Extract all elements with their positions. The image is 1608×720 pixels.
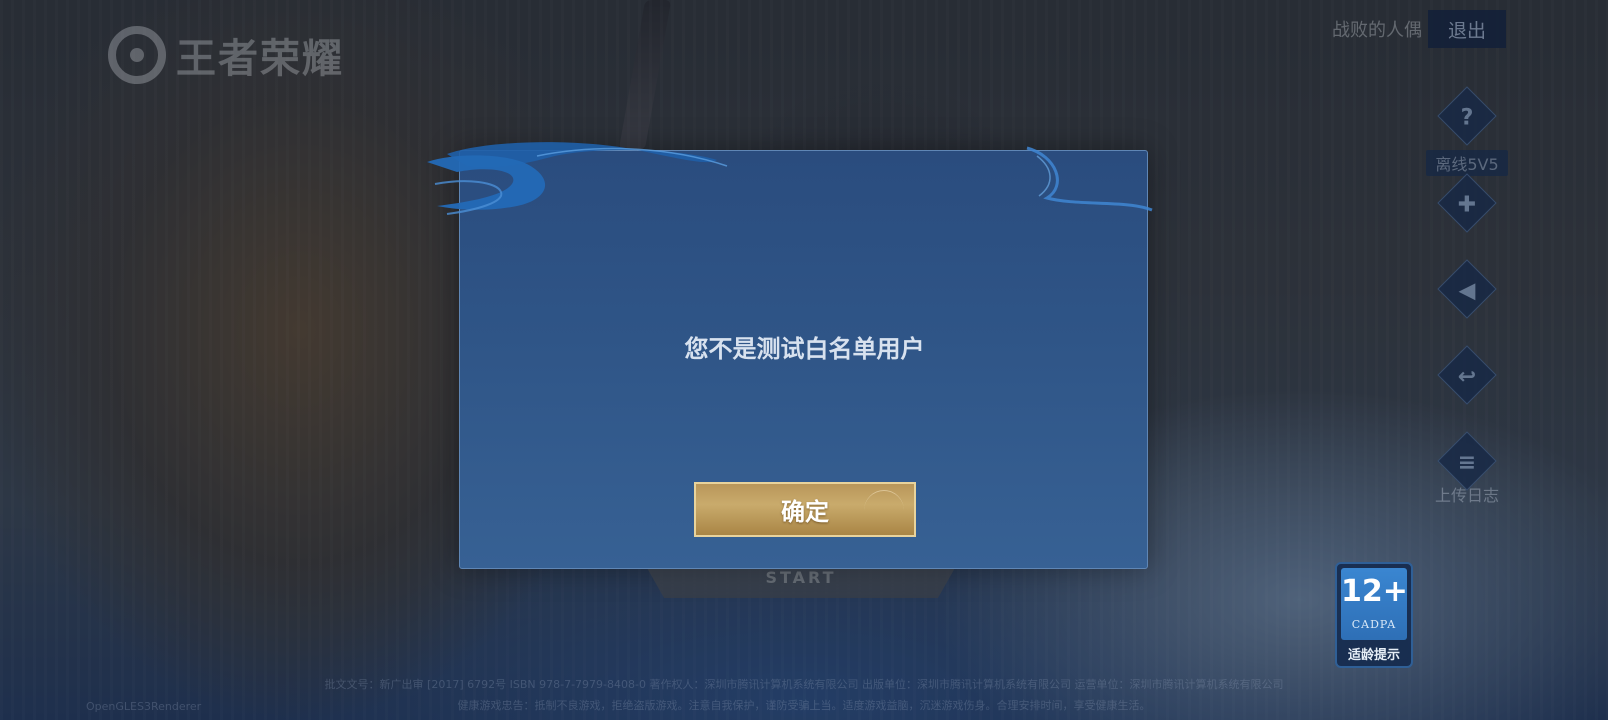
upload-log-label: 上传日志 — [1434, 486, 1499, 505]
confirm-button[interactable]: 确定 — [694, 482, 916, 537]
offline-5v5-label: 离线5V5 — [1426, 150, 1508, 176]
whitelist-dialog: 您不是测试白名单用户 确定 — [459, 150, 1148, 569]
game-logo: 王者荣耀 — [108, 26, 344, 84]
age-rating-org: CADPA — [1351, 618, 1397, 631]
logo-emblem-icon — [108, 26, 166, 84]
exit-button[interactable]: 退出 — [1428, 10, 1506, 48]
start-game-label: START — [765, 568, 837, 587]
dialog-message: 您不是测试白名单用户 — [684, 335, 925, 363]
age-rating-number: 12+ — [1341, 574, 1408, 609]
age-rating-badge[interactable]: 12+ CADPA 适龄提示 — [1335, 562, 1413, 668]
legal-notice-line-1: 批文文号：新广出审 [2017] 6792号 ISBN 978-7-7979-8… — [324, 678, 1284, 691]
legal-notice-line-2: 健康游戏忠告：抵制不良游戏，拒绝盗版游戏。注意自我保护，谨防受骗上当。适度游戏益… — [457, 699, 1151, 712]
game-screen: 王者荣耀 战败的人偶 退出 ? 离线5V5 ✚ ◀ ↩ ≡ 上传日志 START… — [0, 0, 1608, 720]
switch-account-icon: ↩ — [1457, 363, 1477, 389]
speaker-icon: ◀ — [1458, 277, 1476, 303]
gamepad-icon: ✚ — [1457, 191, 1477, 217]
account-name: 战败的人偶 — [1332, 20, 1422, 41]
renderer-tag: OpenGLES3Renderer — [86, 700, 202, 713]
question-icon: ? — [1460, 104, 1474, 130]
confirm-button-label: 确定 — [781, 499, 829, 526]
clipboard-icon: ≡ — [1457, 449, 1477, 475]
age-rating-hint: 适龄提示 — [1347, 648, 1400, 663]
logo-text: 王者荣耀 — [176, 36, 344, 82]
button-sheen-decoration — [864, 490, 904, 531]
